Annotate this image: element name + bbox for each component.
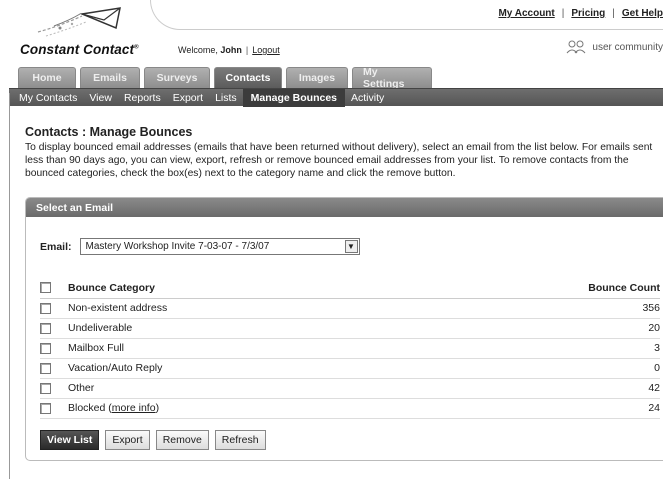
subnav-reports[interactable]: Reports	[118, 92, 167, 104]
subnav-manage-bounces[interactable]: Manage Bounces	[242, 88, 346, 107]
contacts-subnav: My Contacts View Reports Export Lists Ma…	[9, 88, 663, 107]
table-row: Mailbox Full 3	[40, 338, 660, 359]
my-account-link[interactable]: My Account	[498, 8, 554, 19]
bounce-category: Undeliverable	[68, 318, 412, 339]
bounce-count: 42	[411, 378, 660, 399]
view-list-button[interactable]: View List	[40, 430, 100, 450]
panel-header: Select an Email	[26, 198, 663, 217]
page-title: Contacts : Manage Bounces	[25, 125, 193, 139]
subnav-activity[interactable]: Activity	[345, 92, 390, 104]
main-tabs: Home Emails Surveys Contacts Images My S…	[18, 66, 432, 90]
email-label: Email:	[40, 240, 72, 253]
table-row: Non-existent address 356	[40, 298, 660, 319]
subnav-my-contacts[interactable]: My Contacts	[19, 92, 83, 104]
separator: |	[245, 45, 249, 55]
community-label: user community	[592, 41, 663, 53]
bounce-category: Blocked	[68, 402, 106, 414]
email-selected-value: Mastery Workshop Invite 7-03-07 - 7/3/07	[85, 241, 270, 252]
export-button[interactable]: Export	[105, 430, 150, 450]
select-email-panel: Select an Email Email: Mastery Workshop …	[25, 197, 663, 461]
table-row: Undeliverable 20	[40, 318, 660, 339]
bounce-count: 0	[411, 358, 660, 379]
top-links: My Account | Pricing | Get Help	[498, 8, 663, 19]
subnav-export[interactable]: Export	[167, 92, 209, 104]
registered-mark: ®	[134, 44, 139, 51]
row-checkbox[interactable]	[40, 322, 51, 334]
row-checkbox[interactable]	[40, 382, 51, 394]
bounce-count: 24	[411, 398, 660, 419]
bounce-category: Non-existent address	[68, 298, 412, 319]
row-checkbox[interactable]	[40, 302, 51, 314]
email-select[interactable]: Mastery Workshop Invite 7-03-07 - 7/3/07…	[79, 238, 360, 255]
bounce-category: Vacation/Auto Reply	[68, 358, 412, 379]
bounce-category: Other	[68, 378, 412, 399]
user-community-link[interactable]: user community	[566, 40, 663, 54]
table-header-row: Bounce Category Bounce Count	[40, 278, 660, 299]
bounce-count: 3	[411, 338, 660, 359]
bounce-count: 20	[411, 318, 660, 339]
tab-home[interactable]: Home	[18, 67, 76, 88]
welcome-user: John	[220, 45, 242, 55]
column-header-category: Bounce Category	[68, 278, 412, 299]
pricing-link[interactable]: Pricing	[571, 8, 605, 19]
bounce-count: 356	[411, 298, 660, 319]
get-help-link[interactable]: Get Help	[622, 8, 663, 19]
tab-my-settings[interactable]: My Settings	[352, 66, 432, 90]
logout-link[interactable]: Logout	[252, 45, 280, 55]
constant-contact-logo[interactable]: Constant Contact®	[20, 4, 170, 62]
table-row: Other 42	[40, 378, 660, 399]
separator: |	[612, 8, 615, 19]
refresh-button[interactable]: Refresh	[214, 430, 266, 450]
bounce-category-cell: Blocked (more info)	[68, 398, 412, 419]
more-info-link[interactable]: more info	[112, 402, 156, 414]
page-description: To display bounced email addresses (emai…	[25, 142, 653, 179]
dropdown-arrow-icon[interactable]: ▼	[344, 240, 358, 253]
row-checkbox[interactable]	[40, 342, 51, 354]
tab-contacts[interactable]: Contacts	[214, 67, 282, 88]
action-buttons: View List Export Remove Refresh	[40, 430, 266, 450]
column-header-count: Bounce Count	[411, 278, 660, 299]
select-all-checkbox[interactable]	[40, 282, 51, 294]
subnav-view[interactable]: View	[83, 92, 118, 104]
welcome-message: Welcome, John | Logout	[178, 45, 280, 55]
brand-name: Constant Contact	[20, 42, 135, 57]
row-checkbox[interactable]	[40, 402, 51, 414]
tab-emails[interactable]: Emails	[80, 67, 140, 88]
separator: |	[561, 8, 565, 19]
frame-border	[9, 93, 10, 479]
bounce-table: Bounce Category Bounce Count Non-existen…	[40, 278, 660, 419]
tab-surveys[interactable]: Surveys	[144, 67, 210, 88]
remove-button[interactable]: Remove	[155, 430, 209, 450]
bounce-category: Mailbox Full	[68, 338, 412, 359]
email-selector-row: Email: Mastery Workshop Invite 7-03-07 -…	[40, 238, 360, 255]
table-row: Blocked (more info) 24	[40, 398, 660, 419]
community-people-icon	[567, 40, 586, 54]
envelope-logo-icon	[37, 7, 121, 37]
row-checkbox[interactable]	[40, 362, 51, 374]
welcome-prefix: Welcome,	[178, 45, 218, 55]
tab-images[interactable]: Images	[286, 67, 348, 88]
subnav-lists[interactable]: Lists	[209, 92, 243, 104]
table-row: Vacation/Auto Reply 0	[40, 358, 660, 379]
